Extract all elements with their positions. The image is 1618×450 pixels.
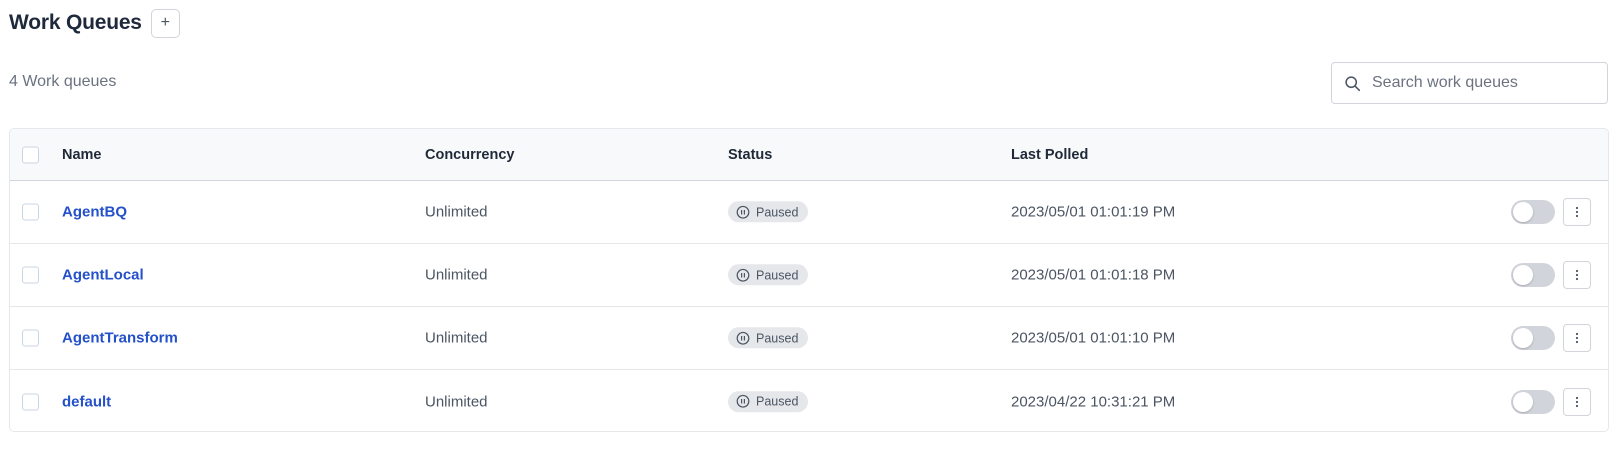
- toggle-knob: [1513, 265, 1533, 285]
- status-badge: Paused: [728, 390, 809, 412]
- work-queues-table: Name Concurrency Status Last Polled Agen…: [9, 128, 1609, 432]
- work-queue-link[interactable]: AgentTransform: [62, 330, 178, 347]
- row-menu-button[interactable]: [1563, 387, 1591, 416]
- pause-circle-icon: [736, 331, 750, 345]
- queue-toggle[interactable]: [1511, 389, 1555, 414]
- queue-toggle[interactable]: [1511, 200, 1555, 224]
- pause-circle-icon: [736, 205, 750, 219]
- row-checkbox[interactable]: [22, 266, 39, 284]
- toggle-knob: [1513, 328, 1533, 348]
- work-queue-count: 4 Work queues: [9, 73, 117, 90]
- toggle-knob: [1513, 391, 1533, 412]
- status-badge: Paused: [728, 327, 809, 349]
- table-row: default Unlimited Paused 2023/04/22 10:3…: [10, 370, 1608, 431]
- select-all-checkbox[interactable]: [22, 146, 39, 163]
- concurrency-value: Unlimited: [425, 393, 488, 410]
- table-header-row: Name Concurrency Status Last Polled: [10, 129, 1608, 181]
- row-menu-button[interactable]: [1563, 324, 1591, 352]
- pause-circle-icon: [736, 268, 750, 282]
- status-label: Paused: [756, 267, 799, 282]
- last-polled-value: 2023/04/22 10:31:21 PM: [1011, 393, 1176, 410]
- status-label: Paused: [756, 204, 799, 219]
- page-header: Work Queues +: [9, 8, 180, 38]
- column-header-concurrency[interactable]: Concurrency: [425, 147, 514, 163]
- work-queue-link[interactable]: default: [62, 393, 111, 410]
- last-polled-value: 2023/05/01 01:01:19 PM: [1011, 203, 1176, 221]
- add-work-queue-button[interactable]: +: [150, 8, 180, 38]
- column-header-last-polled[interactable]: Last Polled: [1011, 147, 1088, 163]
- kebab-menu-icon: [1575, 332, 1579, 344]
- row-checkbox[interactable]: [22, 393, 39, 410]
- table-row: AgentTransform Unlimited Paused 2023/05/…: [10, 307, 1608, 370]
- last-polled-value: 2023/05/01 01:01:18 PM: [1011, 266, 1176, 284]
- queue-toggle[interactable]: [1511, 326, 1555, 350]
- page-title: Work Queues: [9, 11, 142, 34]
- table-row: AgentLocal Unlimited Paused 2023/05/01 0…: [10, 244, 1608, 307]
- search-input[interactable]: [1372, 74, 1592, 92]
- concurrency-value: Unlimited: [425, 329, 488, 347]
- last-polled-value: 2023/05/01 01:01:10 PM: [1011, 329, 1176, 347]
- kebab-menu-icon: [1575, 269, 1579, 281]
- concurrency-value: Unlimited: [425, 266, 488, 284]
- status-cell: Paused: [728, 201, 809, 223]
- column-header-name[interactable]: Name: [62, 147, 102, 163]
- row-menu-button[interactable]: [1563, 261, 1591, 289]
- status-label: Paused: [756, 394, 799, 409]
- status-cell: Paused: [728, 390, 809, 413]
- queue-toggle[interactable]: [1511, 263, 1555, 287]
- row-menu-button[interactable]: [1563, 198, 1591, 226]
- kebab-menu-icon: [1575, 206, 1579, 218]
- search-box: [1331, 62, 1608, 104]
- work-queue-link[interactable]: AgentLocal: [62, 267, 144, 284]
- search-icon: [1343, 74, 1361, 92]
- status-badge: Paused: [728, 201, 809, 223]
- status-badge: Paused: [728, 264, 809, 286]
- table-row: AgentBQ Unlimited Paused 2023/05/01 01:0…: [10, 181, 1608, 244]
- status-cell: Paused: [728, 327, 809, 349]
- concurrency-value: Unlimited: [425, 203, 488, 221]
- column-header-status[interactable]: Status: [728, 147, 772, 163]
- row-checkbox[interactable]: [22, 329, 39, 347]
- status-cell: Paused: [728, 264, 809, 286]
- pause-circle-icon: [736, 394, 750, 408]
- row-checkbox[interactable]: [22, 203, 39, 221]
- work-queue-link[interactable]: AgentBQ: [62, 204, 127, 221]
- kebab-menu-icon: [1575, 396, 1579, 407]
- toggle-knob: [1513, 202, 1533, 222]
- status-label: Paused: [756, 330, 799, 345]
